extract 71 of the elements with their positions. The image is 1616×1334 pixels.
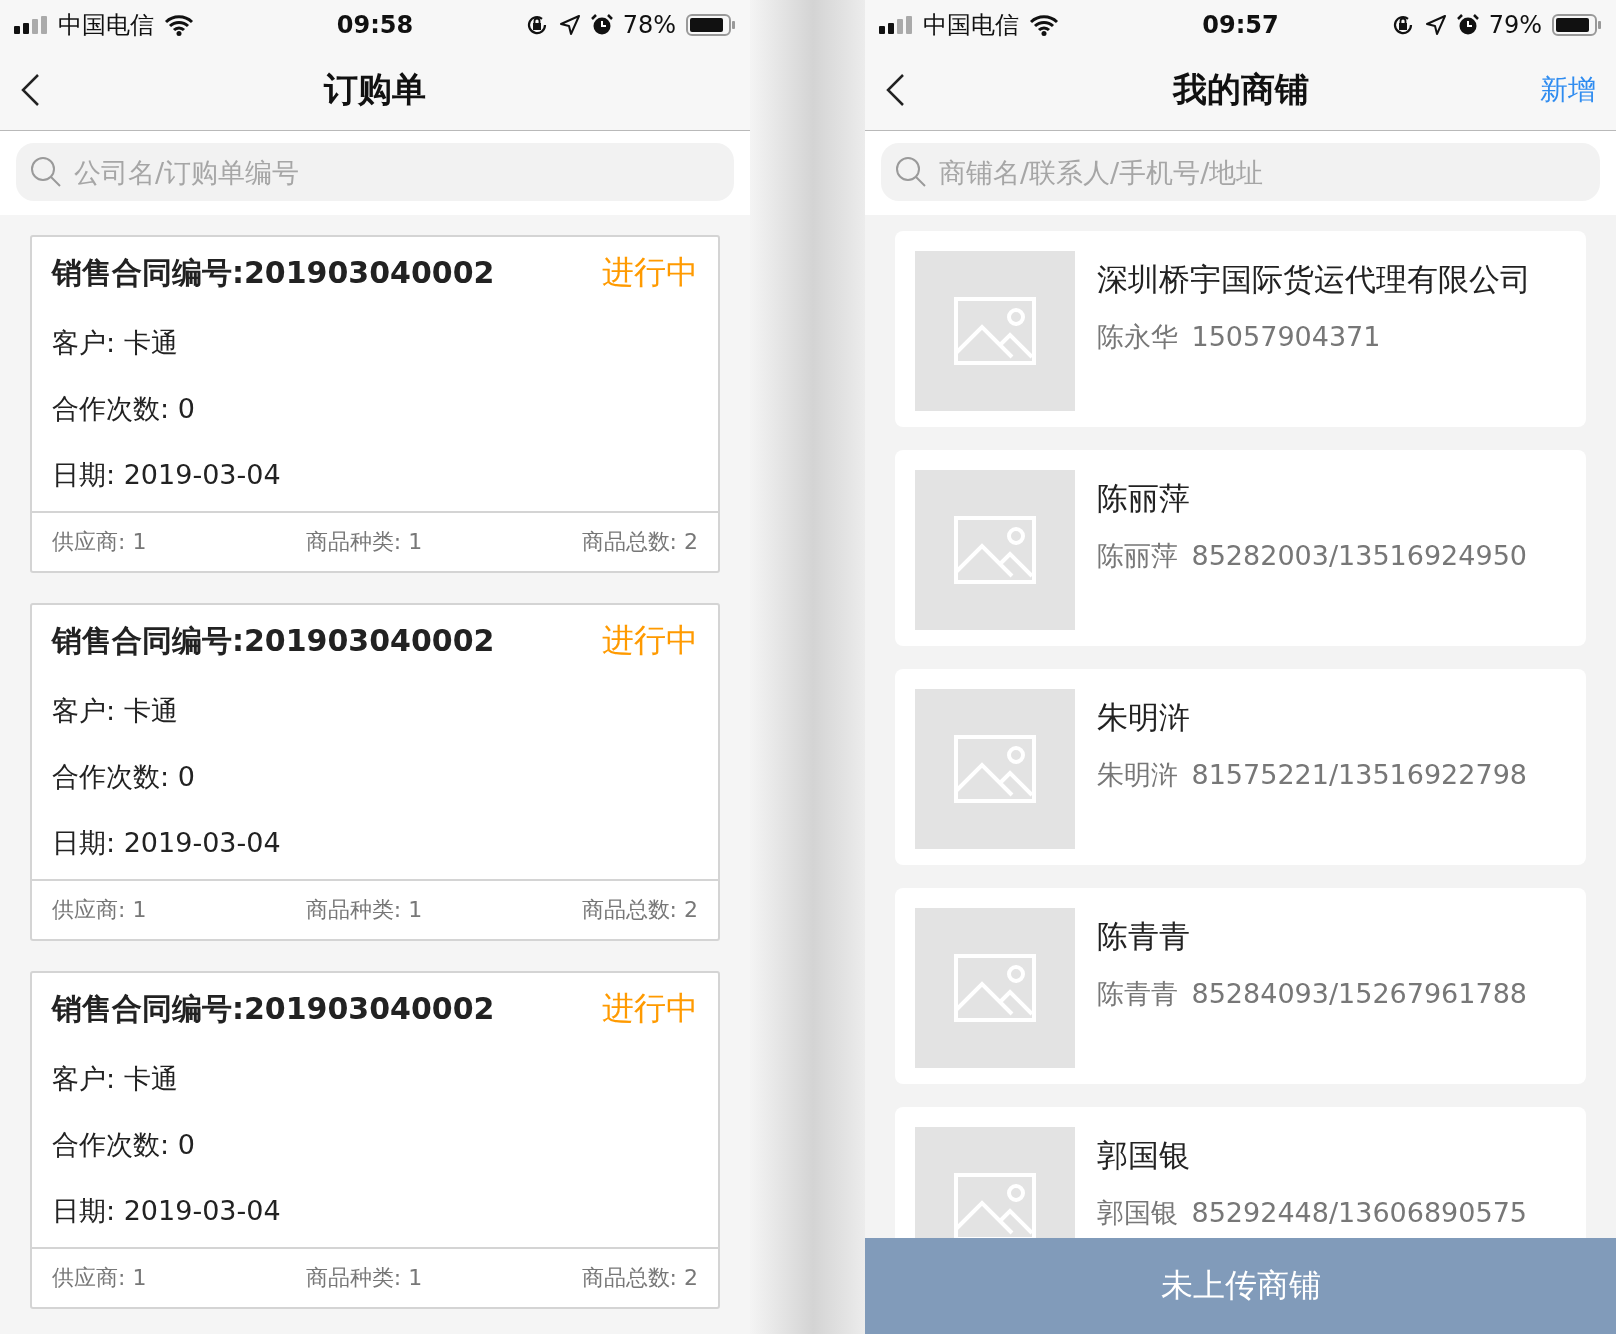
search-field[interactable]: 公司名/订购单编号 (16, 143, 734, 201)
shop-card[interactable]: 陈丽萍 陈丽萍 85282003/13516924950 (895, 450, 1586, 646)
page-title: 我的商铺 (1171, 68, 1310, 111)
contract-number: 销售合同编号:201903040002 (52, 989, 495, 1028)
order-date: 日期: 2019-03-04 (52, 458, 282, 492)
shop-contact: 陈永华 15057904371 (1097, 320, 1382, 354)
battery-percent: 79% (1488, 11, 1542, 39)
search-icon (895, 156, 927, 188)
supplier-count: 供应商: 1 (52, 896, 147, 924)
order-status: 进行中 (602, 252, 698, 293)
image-placeholder-icon (954, 735, 1036, 803)
product-total: 商品总数: 2 (581, 896, 698, 924)
product-total: 商品总数: 2 (581, 528, 698, 556)
shop-contact: 郭国银 85292448/13606890575 (1097, 1196, 1527, 1230)
shop-name: 郭国银 (1097, 1136, 1191, 1175)
battery-percent: 78% (622, 11, 676, 39)
supplier-count: 供应商: 1 (52, 1264, 147, 1292)
carrier-name: 中国电信 (923, 10, 1019, 41)
cooperation-count: 合作次数: 0 (52, 392, 196, 426)
search-field[interactable]: 商铺名/联系人/手机号/地址 (881, 143, 1600, 201)
order-status: 进行中 (602, 988, 698, 1029)
shop-card[interactable]: 陈青青 陈青青 85284093/15267961788 (895, 888, 1586, 1084)
cooperation-count: 合作次数: 0 (52, 1128, 196, 1162)
battery-icon (686, 14, 736, 36)
back-chevron-icon (885, 73, 905, 107)
wifi-icon (164, 14, 194, 36)
order-date: 日期: 2019-03-04 (52, 826, 282, 860)
location-arrow-icon (1424, 14, 1447, 36)
location-arrow-icon (558, 14, 581, 36)
battery-icon (1552, 14, 1602, 36)
product-total: 商品总数: 2 (581, 1264, 698, 1292)
signal-icon (879, 16, 913, 34)
alarm-clock-icon (590, 14, 613, 36)
shop-contact: 陈青青 85284093/15267961788 (1097, 977, 1527, 1011)
signal-icon (14, 16, 48, 34)
customer-text: 客户: 卡通 (52, 326, 179, 360)
customer-text: 客户: 卡通 (52, 694, 179, 728)
shop-contact: 陈丽萍 85282003/13516924950 (1097, 539, 1527, 573)
carrier-name: 中国电信 (58, 10, 154, 41)
customer-text: 客户: 卡通 (52, 1062, 179, 1096)
shop-name: 深圳桥宇国际货运代理有限公司 (1097, 260, 1531, 299)
alarm-clock-icon (1456, 14, 1479, 36)
cooperation-count: 合作次数: 0 (52, 760, 196, 794)
product-kinds: 商品种类: 1 (305, 1264, 423, 1292)
order-date: 日期: 2019-03-04 (52, 1194, 282, 1228)
image-placeholder-icon (954, 516, 1036, 584)
back-chevron-icon (20, 73, 40, 107)
order-card[interactable]: 销售合同编号:201903040002 进行中 客户: 卡通 合作次数: 0 日期: 2019-03-04 供应商: 1 商品种类: 1 商品总数: 2 (30, 235, 720, 573)
contract-number: 销售合同编号:201903040002 (52, 621, 495, 660)
wifi-icon (1029, 14, 1059, 36)
shop-name: 陈丽萍 (1097, 479, 1191, 518)
order-card[interactable]: 销售合同编号:201903040002 进行中 客户: 卡通 合作次数: 0 日期: 2019-03-04 供应商: 1 商品种类: 1 商品总数: 2 (30, 971, 720, 1309)
order-status: 进行中 (602, 620, 698, 661)
shop-card[interactable]: 深圳桥宇国际货运代理有限公司 陈永华 15057904371 (895, 231, 1586, 427)
contract-number: 销售合同编号:201903040002 (52, 253, 495, 292)
shop-card[interactable]: 郭国银 郭国银 85292448/13606890575 (895, 1107, 1586, 1238)
product-kinds: 商品种类: 1 (305, 896, 423, 924)
shop-card[interactable]: 朱明浒 朱明浒 81575221/13516922798 (895, 669, 1586, 865)
supplier-count: 供应商: 1 (52, 528, 147, 556)
search-icon (30, 156, 62, 188)
image-placeholder-icon (954, 1173, 1036, 1238)
page-title: 订购单 (322, 68, 427, 111)
image-placeholder-icon (954, 954, 1036, 1022)
clock-time: 09:57 (1202, 11, 1279, 39)
shop-name: 朱明浒 (1097, 698, 1191, 737)
shop-name: 陈青青 (1097, 917, 1191, 956)
product-kinds: 商品种类: 1 (305, 528, 423, 556)
shop-contact: 朱明浒 81575221/13516922798 (1097, 758, 1527, 792)
clock-time: 09:58 (336, 11, 414, 39)
order-card[interactable]: 销售合同编号:201903040002 进行中 客户: 卡通 合作次数: 0 日期: 2019-03-04 供应商: 1 商品种类: 1 商品总数: 2 (30, 603, 720, 941)
image-placeholder-icon (954, 297, 1036, 365)
